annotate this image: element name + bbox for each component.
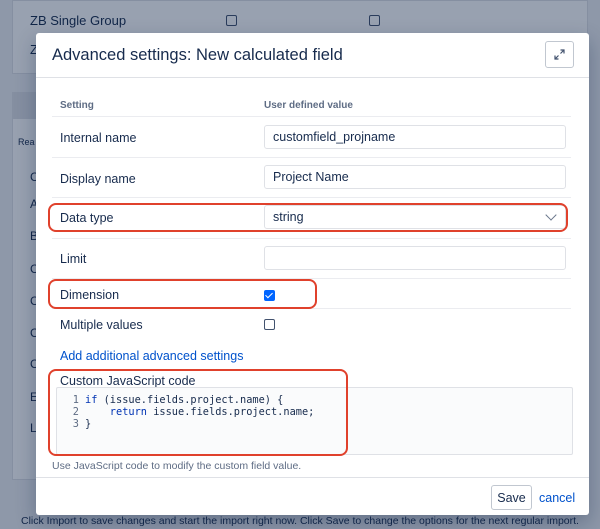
row-divider bbox=[52, 157, 571, 158]
add-advanced-settings-link[interactable]: Add additional advanced settings bbox=[60, 349, 243, 363]
limit-label: Limit bbox=[60, 252, 87, 266]
internal-name-label: Internal name bbox=[60, 131, 137, 145]
internal-name-input[interactable] bbox=[264, 125, 566, 149]
footer-divider bbox=[36, 477, 589, 478]
row-divider bbox=[52, 116, 571, 117]
column-header-setting: Setting bbox=[60, 100, 94, 111]
code-helper-text: Use JavaScript code to modify the custom… bbox=[52, 460, 302, 472]
display-name-input[interactable] bbox=[264, 165, 566, 189]
cancel-link[interactable]: cancel bbox=[539, 491, 575, 505]
column-header-value: User defined value bbox=[264, 100, 353, 111]
row-divider bbox=[52, 197, 571, 198]
limit-input[interactable] bbox=[264, 246, 566, 270]
expand-diagonal-icon bbox=[554, 49, 565, 60]
code-highlight bbox=[48, 369, 348, 456]
header-divider bbox=[36, 77, 589, 78]
multiple-values-label: Multiple values bbox=[60, 318, 143, 332]
advanced-settings-dialog: Advanced settings: New calculated field … bbox=[36, 33, 589, 515]
row-divider bbox=[52, 238, 571, 239]
multiple-values-checkbox[interactable] bbox=[264, 319, 275, 330]
dimension-highlight bbox=[48, 279, 317, 309]
expand-button[interactable] bbox=[545, 41, 574, 68]
display-name-label: Display name bbox=[60, 172, 136, 186]
dialog-title: Advanced settings: New calculated field bbox=[52, 46, 343, 64]
save-button[interactable]: Save bbox=[491, 485, 532, 510]
data-type-highlight bbox=[48, 203, 568, 232]
